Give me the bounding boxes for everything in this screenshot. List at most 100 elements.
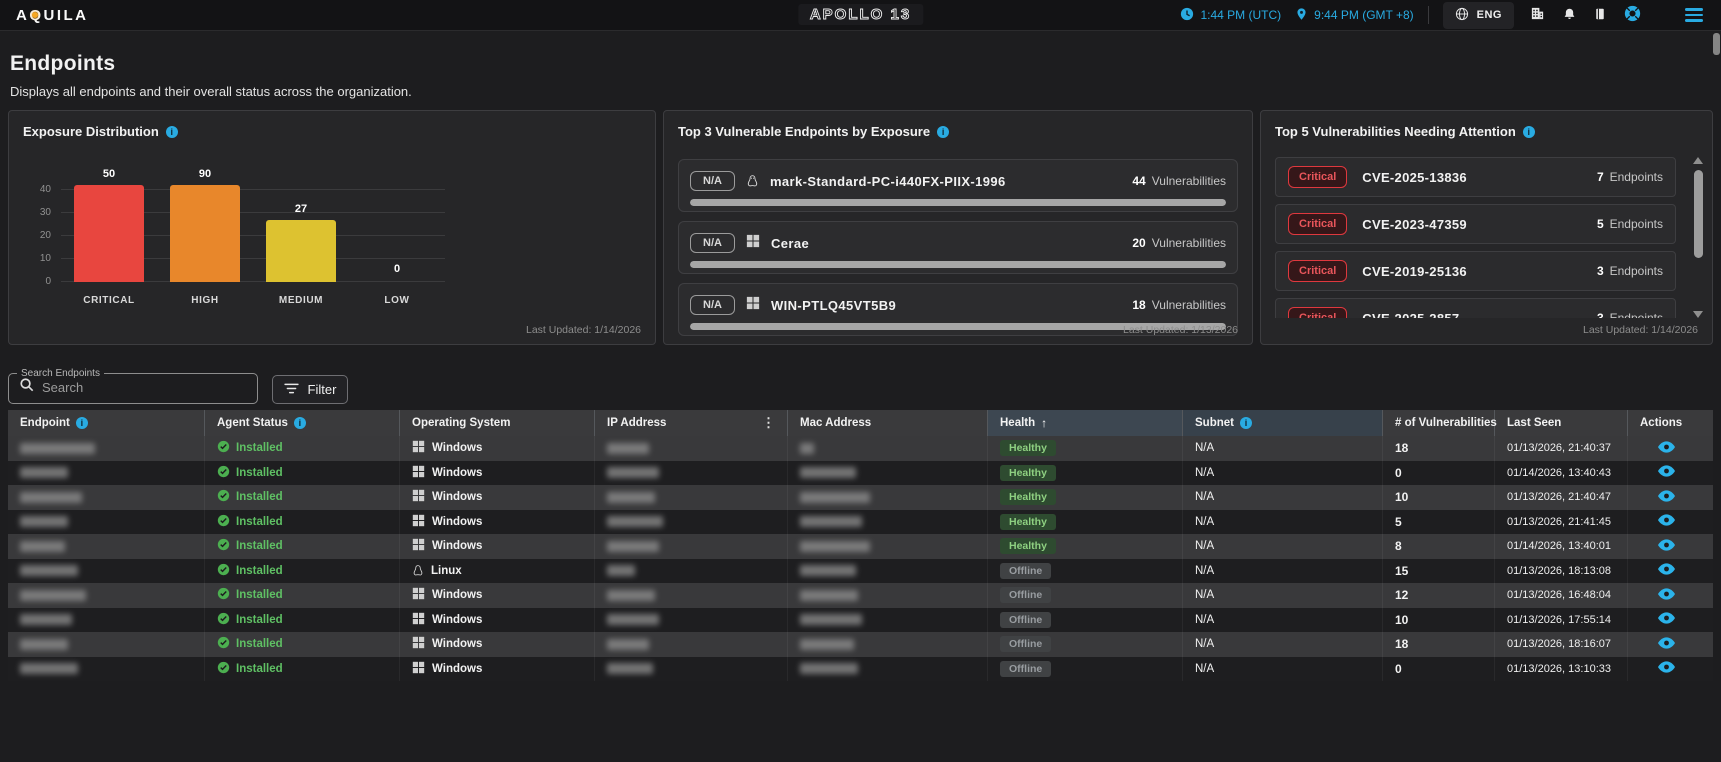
view-details-button[interactable] [1640,441,1675,456]
scroll-down-arrow[interactable] [1693,311,1703,318]
os-cell: Windows [400,461,595,486]
chart-bar-high [170,185,240,282]
os-cell: Windows [400,534,595,559]
last-updated: Last Updated: 1/13/2026 [1123,324,1238,336]
table-row[interactable]: Installed Windows Offline N/A 12 01/13/2… [8,583,1713,608]
column-menu-icon[interactable]: ⋮ [762,415,775,431]
health-status-badge: Healthy [1000,514,1056,530]
filter-button[interactable]: Filter [272,375,348,404]
subnet-cell: N/A [1183,632,1383,657]
search-input[interactable] [42,380,227,395]
table-row[interactable]: Installed Windows Offline N/A 18 01/13/2… [8,632,1713,657]
vulnerability-count: 20 Vulnerabilities [1132,236,1226,250]
col-agent-status[interactable]: Agent Statusi [205,410,400,436]
subnet-cell: N/A [1183,608,1383,633]
info-icon[interactable]: i [1523,126,1535,138]
scrollbar-thumb[interactable] [1694,170,1703,258]
cve-id: CVE-2023-47359 [1362,217,1467,232]
endpoint-count: 7 Endpoints [1597,170,1663,184]
info-icon[interactable]: i [937,126,949,138]
vulnerability-item[interactable]: Critical CVE-2025-13836 7 Endpoints [1275,157,1676,197]
menu-button[interactable] [1683,6,1705,24]
col-operating-system[interactable]: Operating System [400,410,595,436]
windows-icon [746,296,760,315]
building-icon [1530,6,1545,24]
redacted-ip-address [607,565,635,576]
top-endpoint-item[interactable]: N/A mark-Standard-PC-i440FX-PIIX-1996 44… [678,159,1238,212]
endpoint-cell [8,657,205,682]
redacted-endpoint-name [20,663,78,674]
table-row[interactable]: Installed Windows Offline N/A 10 01/13/2… [8,608,1713,633]
view-details-button[interactable] [1640,514,1675,529]
view-details-button[interactable] [1640,563,1675,578]
actions-cell [1628,534,1713,559]
info-icon[interactable]: i [294,417,306,429]
vulnerability-item[interactable]: Critical CVE-2025-2857 3 Endpoints [1275,298,1676,318]
exposure-progress-bar [690,261,1226,268]
last-seen-cell: 01/13/2026, 21:41:45 [1495,510,1628,535]
redacted-ip-address [607,541,659,552]
col-subnet[interactable]: Subneti [1183,410,1383,436]
top-endpoint-item[interactable]: N/A Cerae 20 Vulnerabilities [678,221,1238,274]
redacted-endpoint-name [20,565,78,576]
brand-logo[interactable]: AQUILA [16,7,89,24]
health-status-badge: Offline [1000,661,1051,677]
col-ip-address[interactable]: IP Address⋮ [595,410,788,436]
col-actions: Actions [1628,410,1713,436]
subnet-cell: N/A [1183,559,1383,584]
check-circle-icon [217,465,230,481]
risk-badge: N/A [690,295,735,315]
col-endpoint[interactable]: Endpointi [8,410,205,436]
mac-address-cell [788,657,988,682]
view-details-button[interactable] [1640,539,1675,554]
notifications-button[interactable] [1561,5,1578,26]
col-mac-address[interactable]: Mac Address [788,410,988,436]
view-details-button[interactable] [1640,661,1675,676]
table-row[interactable]: Installed Linux Offline N/A 15 01/13/202… [8,559,1713,584]
view-details-button[interactable] [1640,637,1675,652]
redacted-ip-address [607,614,659,625]
last-seen-cell: 01/13/2026, 18:13:08 [1495,559,1628,584]
col-health[interactable]: Health↑ [988,410,1183,436]
info-icon[interactable]: i [1240,417,1252,429]
language-button[interactable]: ENG [1443,2,1514,29]
sort-asc-icon[interactable]: ↑ [1041,416,1047,430]
top-endpoints-card: Top 3 Vulnerable Endpoints by Exposure i… [663,110,1253,345]
table-row[interactable]: Installed Windows Healthy N/A 8 01/14/20… [8,534,1713,559]
table-row[interactable]: Installed Windows Healthy N/A 0 01/14/20… [8,461,1713,486]
vulnerabilities-cell: 8 [1383,534,1495,559]
vulnerability-item[interactable]: Critical CVE-2023-47359 5 Endpoints [1275,204,1676,244]
vulnerability-item[interactable]: Critical CVE-2019-25136 3 Endpoints [1275,251,1676,291]
view-details-button[interactable] [1640,612,1675,627]
col-vulnerabilities[interactable]: # of Vulnerabilities [1383,410,1495,436]
endpoint-cell [8,485,205,510]
help-button[interactable] [1622,3,1643,27]
agent-status-cell: Installed [205,436,400,461]
col-last-seen[interactable]: Last Seen [1495,410,1628,436]
vulnerabilities-cell: 0 [1383,461,1495,486]
health-cell: Offline [988,559,1183,584]
table-row[interactable]: Installed Windows Healthy N/A 18 01/13/2… [8,436,1713,461]
info-icon[interactable]: i [76,417,88,429]
page-scrollbar-thumb[interactable] [1713,33,1720,55]
view-details-button[interactable] [1640,490,1675,505]
eye-icon [1658,539,1675,554]
last-seen-cell: 01/13/2026, 18:16:07 [1495,632,1628,657]
card-title: Top 5 Vulnerabilities Needing Attention … [1275,124,1535,139]
view-details-button[interactable] [1640,588,1675,603]
table-row[interactable]: Installed Windows Healthy N/A 5 01/13/20… [8,510,1713,535]
organization-button[interactable] [1528,4,1547,26]
vulnerability-count: 18 Vulnerabilities [1132,298,1226,312]
table-row[interactable]: Installed Windows Offline N/A 0 01/13/20… [8,657,1713,682]
endpoint-name: WIN-PTLQ45VT5B9 [771,298,896,313]
table-row[interactable]: Installed Windows Healthy N/A 10 01/13/2… [8,485,1713,510]
view-details-button[interactable] [1640,465,1675,480]
card-title: Top 3 Vulnerable Endpoints by Exposure i [678,124,949,139]
eye-icon [1658,661,1675,676]
actions-cell [1628,436,1713,461]
info-icon[interactable]: i [166,126,178,138]
severity-badge: Critical [1288,307,1347,318]
scroll-up-arrow[interactable] [1693,157,1703,164]
redacted-endpoint-name [20,614,72,625]
docs-button[interactable] [1592,5,1608,26]
